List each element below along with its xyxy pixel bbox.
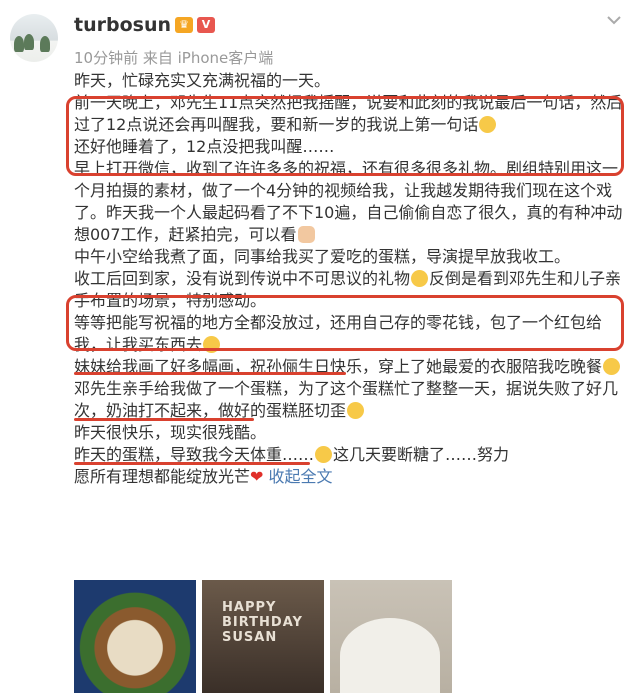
post-text: 收工后回到家，没有说到传说中不可思议的礼物: [74, 269, 411, 288]
cake-shape: [340, 618, 440, 693]
dizzy-emoji-icon: [479, 116, 497, 133]
photo-cake[interactable]: [330, 580, 452, 693]
crown-badge-icon: ♛: [175, 17, 193, 33]
avatar-tree: [24, 34, 34, 50]
post-line: 昨天很快乐，现实很残酷。: [74, 423, 267, 442]
photo-card-text: HAPPY BIRTHDAY SUSAN: [222, 600, 303, 645]
post-content: 昨天，忙碌充实又充满祝福的一天。 前一天晚上，邓先生11点突然把我摇醒，说要和此…: [74, 70, 630, 488]
post-line: 还好他睡着了，12点没把我叫醒……: [74, 137, 335, 156]
photo-birthday-card[interactable]: HAPPY BIRTHDAY SUSAN: [202, 580, 324, 693]
victory-hand-emoji-icon: [297, 226, 315, 243]
photo-noodles[interactable]: [74, 580, 196, 693]
chevron-down-icon[interactable]: [604, 10, 624, 30]
grin-emoji-icon: [603, 358, 621, 375]
collapse-link[interactable]: 收起全文: [269, 467, 333, 486]
post-line: 收工后回到家，没有说到传说中不可思议的礼物 反倒是看到邓先生和儿子亲手布置的场景，…: [74, 268, 630, 312]
post-line: 前一天晚上，邓先生11点突然把我摇醒，说要和此刻的我说最后一句话，然后过了12点…: [74, 92, 630, 136]
post-line: 妹妹给我画了好多幅画，祝孙俪生日快乐，穿上了她最爱的衣服陪我吃晚餐: [74, 356, 630, 378]
post-meta: 10分钟前 来自 iPhone客户端: [74, 49, 274, 67]
thinking-emoji-icon: [203, 336, 221, 353]
heart-icon: ❤: [250, 467, 264, 486]
post-text: 早上打开微信，收到了许许多多的祝福，还有很多很多礼物。剧组特别用这一个月拍摄的素…: [74, 159, 623, 244]
post-text: 愿所有理想都能绽放光芒: [74, 467, 251, 486]
post-text: 这几天要断糖了……努力: [333, 445, 510, 464]
post-line: 等等把能写祝福的地方全都没放过，还用自己存的零花钱，包了一个红包给我，让我买东西…: [74, 312, 630, 356]
post-text: 等等把能写祝福的地方全都没放过，还用自己存的零花钱，包了一个红包给我，让我买东西…: [74, 313, 603, 354]
post-text: 前一天晚上，邓先生11点突然把我摇醒，说要和此刻的我说最后一句话，然后过了12点…: [74, 93, 623, 134]
sweat-emoji-icon: [347, 402, 365, 419]
avatar[interactable]: [10, 14, 58, 62]
post-line: 昨天的蛋糕，导致我今天体重…… 这几天要断糖了……努力: [74, 444, 630, 466]
username-text[interactable]: turbosun: [74, 14, 171, 36]
post-text: 妹妹给我画了好多幅画，祝孙俪生日快乐，穿上了她最爱的衣服陪我吃晚餐: [74, 357, 603, 376]
shush-emoji-icon: [315, 446, 333, 463]
photo-grid: HAPPY BIRTHDAY SUSAN: [74, 580, 630, 693]
username[interactable]: turbosun ♛ V: [74, 14, 215, 36]
post-text: 邓先生亲手给我做了一个蛋糕，为了这个蛋糕忙了整整一天，据说失败了好几次，奶油打不…: [74, 379, 619, 420]
post-text: 昨天的蛋糕，导致我今天体重……: [74, 445, 315, 464]
post-line: 愿所有理想都能绽放光芒❤ 收起全文: [74, 466, 630, 488]
post-line: 中午小空给我煮了面，同事给我买了爱吃的蛋糕，导演提早放我收工。: [74, 247, 571, 266]
vip-badge-icon: V: [197, 17, 215, 33]
post-line: 昨天，忙碌充实又充满祝福的一天。: [74, 71, 331, 90]
post-line: 邓先生亲手给我做了一个蛋糕，为了这个蛋糕忙了整整一天，据说失败了好几次，奶油打不…: [74, 378, 630, 422]
avatar-tree: [40, 36, 50, 52]
surprised-emoji-icon: [411, 270, 429, 287]
post-line: 早上打开微信，收到了许许多多的祝福，还有很多很多礼物。剧组特别用这一个月拍摄的素…: [74, 158, 630, 246]
avatar-tree: [14, 36, 24, 52]
